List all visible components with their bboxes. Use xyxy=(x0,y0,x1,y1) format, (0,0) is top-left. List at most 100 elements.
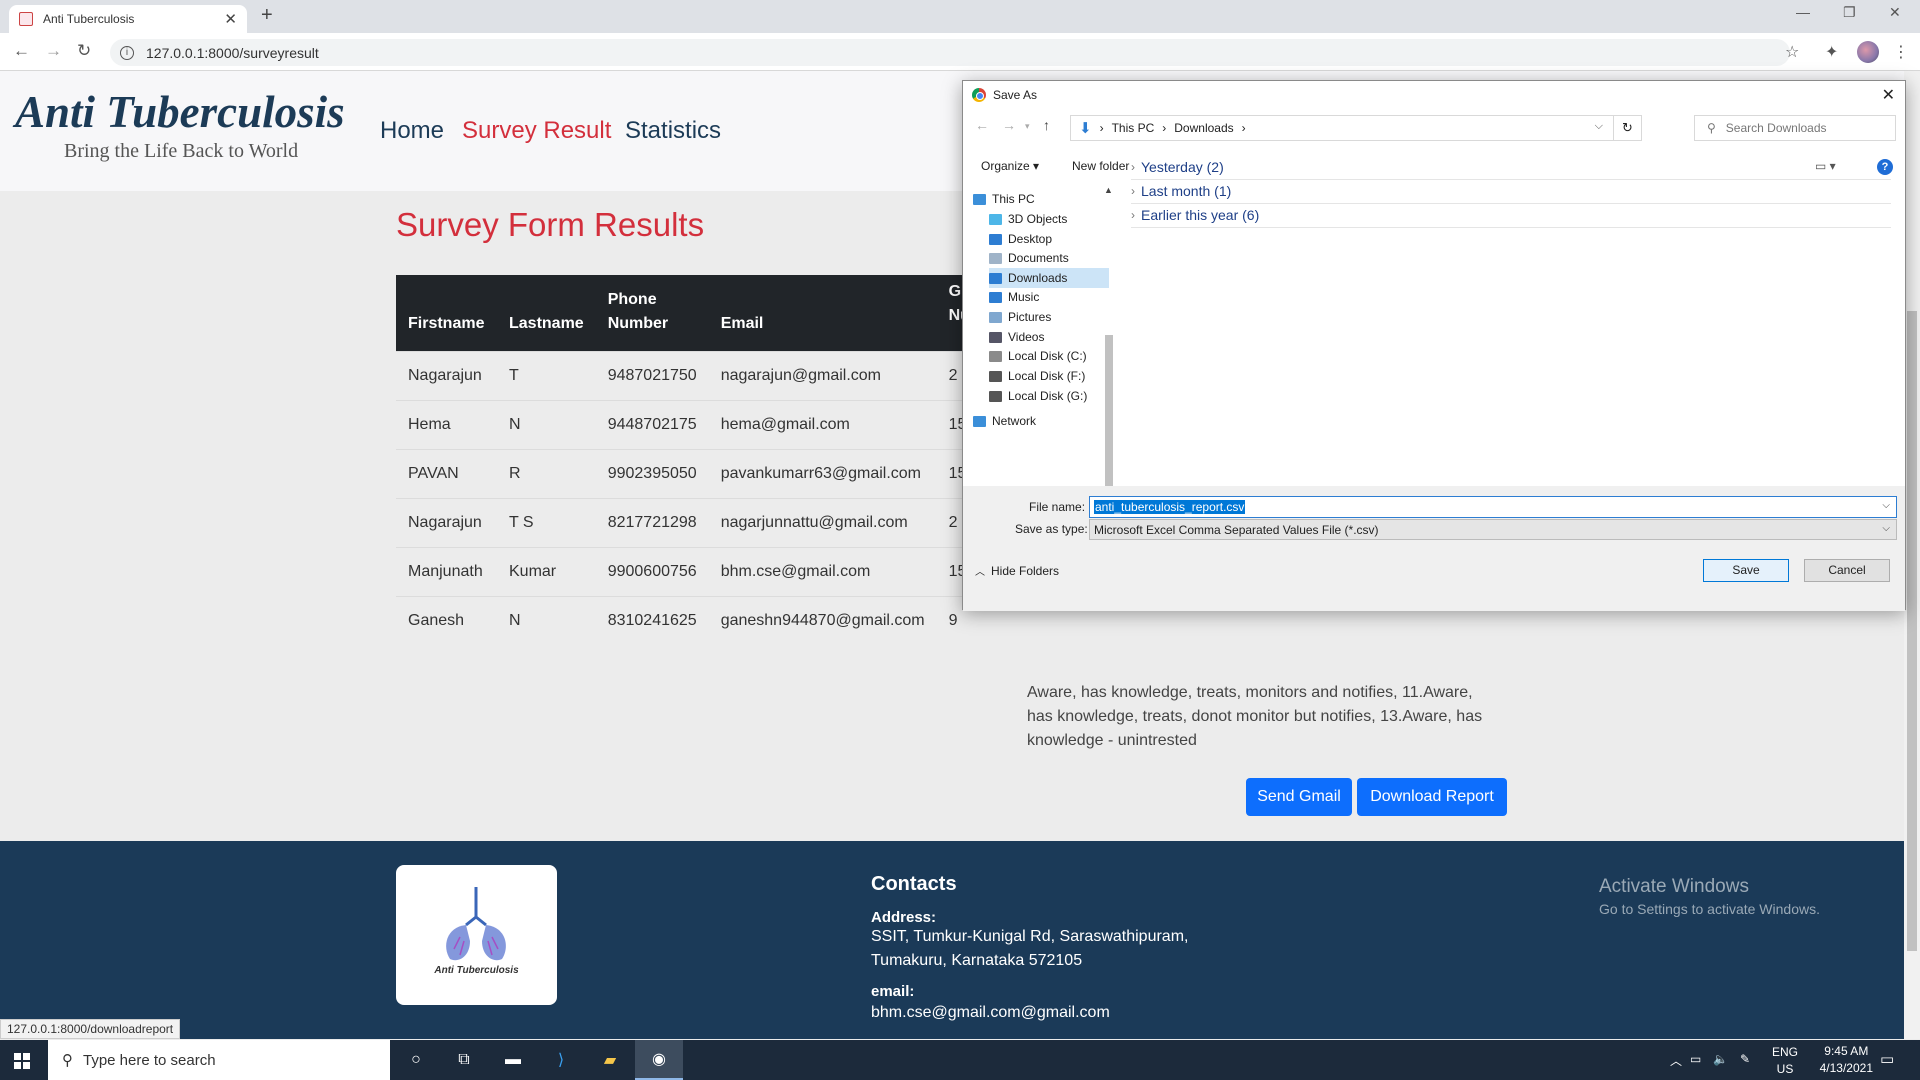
activate-windows-subtitle: Go to Settings to activate Windows. xyxy=(1599,901,1820,917)
bookmark-star-icon[interactable]: ☆ xyxy=(1785,42,1799,62)
table-cell: 8217721298 xyxy=(595,497,709,547)
path-dropdown-icon[interactable]: ⌵ xyxy=(1595,120,1603,133)
volume-icon[interactable]: 🔈 xyxy=(1713,1052,1728,1066)
download-report-button[interactable]: Download Report xyxy=(1357,778,1507,816)
restore-icon[interactable]: ❐ xyxy=(1843,4,1856,21)
group-yesterday[interactable]: › Yesterday (2) xyxy=(1131,159,1889,180)
tree-item[interactable]: Local Disk (G:) xyxy=(989,386,1109,406)
dialog-path-bar[interactable]: ⬇ › This PC › Downloads › ⌵ ↻ xyxy=(1070,115,1642,141)
email-value[interactable]: bhm.cse@gmail.com@gmail.com xyxy=(871,1001,1110,1025)
table-cell: Ganesh xyxy=(396,595,497,645)
network-tray-icon[interactable]: ▭ xyxy=(1690,1052,1701,1066)
reload-icon[interactable]: ↻ xyxy=(77,41,91,61)
tree-item[interactable]: Pictures xyxy=(989,307,1109,327)
view-options-icon[interactable]: ▭ ▾ xyxy=(1815,159,1836,173)
help-icon[interactable]: ? xyxy=(1877,159,1893,175)
tree-item[interactable]: 3D Objects xyxy=(989,209,1109,229)
new-folder-button[interactable]: New folder xyxy=(1072,159,1129,173)
tree-item[interactable]: Network xyxy=(973,411,1093,431)
new-tab-button[interactable]: + xyxy=(261,4,273,27)
vscode-icon[interactable]: ⟩ xyxy=(537,1040,585,1080)
profile-avatar[interactable] xyxy=(1857,41,1879,63)
dialog-close-icon[interactable]: ✕ xyxy=(1882,85,1895,105)
file-name-input[interactable]: anti_tuberculosis_report.csv ⌵ xyxy=(1089,496,1897,518)
nav-survey-result[interactable]: Survey Result xyxy=(462,117,611,145)
cortana-icon[interactable]: ○ xyxy=(392,1040,440,1080)
chevron-down-icon[interactable]: ⌵ xyxy=(1882,500,1890,511)
table-cell: Hema xyxy=(396,399,497,449)
dialog-refresh-icon[interactable]: ↻ xyxy=(1613,116,1641,140)
table-cell: 9900600756 xyxy=(595,546,709,596)
window-close-icon[interactable]: ✕ xyxy=(1889,4,1901,21)
taskbar-clock[interactable]: 9:45 AM 4/13/2021 xyxy=(1820,1043,1873,1077)
site-info-icon[interactable]: i xyxy=(120,45,134,60)
table-cell: N xyxy=(497,399,596,449)
browser-tab[interactable]: Anti Tuberculosis ✕ xyxy=(9,5,247,33)
disk-icon xyxy=(989,390,1002,402)
file-explorer-icon[interactable]: ▰ xyxy=(586,1040,634,1080)
dialog-back-icon[interactable]: ← xyxy=(975,117,989,133)
hide-folders-button[interactable]: ︿ Hide Folders xyxy=(975,563,1059,578)
tree-item[interactable]: This PC xyxy=(973,189,1093,209)
tab-close-icon[interactable]: ✕ xyxy=(224,10,237,28)
nav-home[interactable]: Home xyxy=(380,117,444,145)
save-button[interactable]: Save xyxy=(1703,559,1789,582)
pen-icon[interactable]: ✎ xyxy=(1740,1052,1750,1066)
tree-item[interactable]: Local Disk (F:) xyxy=(989,366,1109,386)
notifications-icon[interactable]: ▭ xyxy=(1880,1050,1894,1068)
tree-item[interactable]: Downloads xyxy=(989,268,1109,288)
download-icon xyxy=(989,272,1002,284)
table-row: Nagarajun T S 8217721298 nagarjunnattu@gmai… xyxy=(396,497,979,547)
tree-item[interactable]: Videos xyxy=(989,327,1109,347)
tab-title: Anti Tuberculosis xyxy=(43,12,135,26)
forward-icon[interactable]: → xyxy=(45,41,62,61)
dialog-search-input[interactable]: ⚲ Search Downloads xyxy=(1694,115,1896,141)
table-row: Ganesh N 8310241625 ganeshn944870@gmail.com… xyxy=(396,595,979,645)
page-scrollbar[interactable] xyxy=(1904,71,1920,1039)
up-folder-icon[interactable]: ↑ xyxy=(1043,117,1050,133)
table-cell: bhm.cse@gmail.com xyxy=(708,546,937,596)
back-icon[interactable]: ← xyxy=(13,41,30,61)
table-row: Nagarajun T 9487021750 nagarajun@gmail.com 2 xyxy=(396,350,979,400)
scrollbar-thumb[interactable] xyxy=(1907,311,1917,951)
chevron-down-icon[interactable]: ⌵ xyxy=(1882,523,1890,534)
path-sep-icon: › xyxy=(1241,121,1246,135)
minimize-icon[interactable]: — xyxy=(1796,4,1810,20)
url-text: 127.0.0.1:8000/surveyresult xyxy=(146,44,319,61)
dialog-footer: File name: anti_tuberculosis_report.csv … xyxy=(963,486,1905,611)
language-indicator[interactable]: ENG US xyxy=(1772,1044,1798,1078)
tree-item[interactable]: Music xyxy=(989,287,1109,307)
save-type-select[interactable]: Microsoft Excel Comma Separated Values F… xyxy=(1089,519,1897,540)
table-cell: Nagarajun xyxy=(396,497,497,547)
activate-windows-title: Activate Windows xyxy=(1599,876,1749,897)
nav-statistics[interactable]: Statistics xyxy=(625,117,721,145)
tree-item[interactable]: Local Disk (C:) xyxy=(989,346,1109,366)
save-type-label: Save as type: xyxy=(1015,522,1088,536)
send-gmail-button[interactable]: Send Gmail xyxy=(1246,778,1352,816)
group-last-month[interactable]: › Last month (1) xyxy=(1131,183,1894,204)
cancel-button[interactable]: Cancel xyxy=(1804,559,1890,582)
search-placeholder: Search Downloads xyxy=(1725,121,1827,135)
address-bar[interactable]: i 127.0.0.1:8000/surveyresult xyxy=(110,39,1790,66)
menu-kebab-icon[interactable]: ⋮ xyxy=(1893,42,1909,62)
tree-scroll-thumb[interactable] xyxy=(1105,335,1113,490)
recent-locations-icon[interactable]: ▾ xyxy=(1025,121,1030,132)
path-downloads[interactable]: Downloads xyxy=(1174,121,1233,135)
brand-title[interactable]: Anti Tuberculosis xyxy=(15,86,345,138)
group-earlier-this-year[interactable]: › Earlier this year (6) xyxy=(1131,207,1893,228)
scroll-up-icon[interactable]: ▲ xyxy=(1104,185,1113,195)
taskbar-search-input[interactable]: ⚲ Type here to search xyxy=(48,1040,390,1080)
organize-button[interactable]: Organize ▾ xyxy=(981,159,1039,173)
windows-start-icon[interactable] xyxy=(14,1053,30,1069)
tree-item[interactable]: Documents xyxy=(989,248,1109,268)
dialog-forward-icon[interactable]: → xyxy=(1002,117,1016,133)
tree-item[interactable]: Desktop xyxy=(989,229,1109,249)
terminal-icon[interactable]: ▬ xyxy=(489,1040,537,1080)
chevron-right-icon: › xyxy=(1131,160,1135,174)
task-view-icon[interactable]: ⧉ xyxy=(440,1040,488,1080)
extensions-icon[interactable]: ✦ xyxy=(1825,42,1838,62)
tray-chevron-icon[interactable]: ︿ xyxy=(1670,1052,1682,1069)
path-this-pc[interactable]: This PC xyxy=(1112,121,1155,135)
chrome-taskbar-icon[interactable]: ◉ xyxy=(635,1040,683,1080)
table-row: PAVAN R 9902395050 pavankumarr63@gmail.com 1… xyxy=(396,448,979,498)
